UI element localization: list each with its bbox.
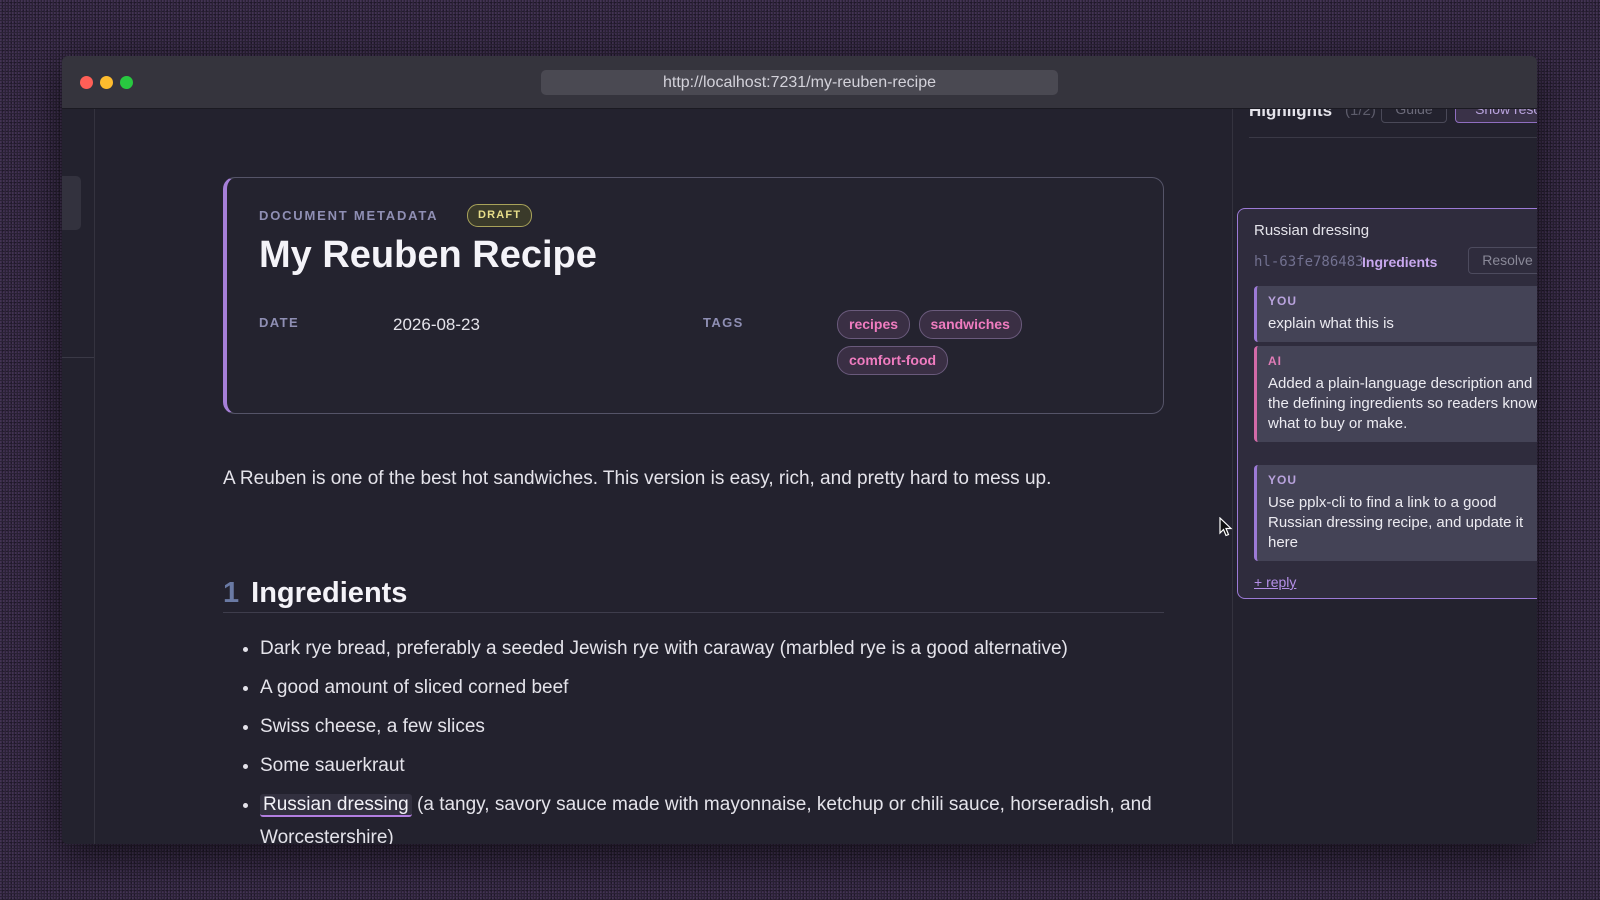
guide-button[interactable]: Guide <box>1381 109 1447 123</box>
sidebar-header: Highlights (1/2) Guide Show resolved <box>1249 109 1537 129</box>
rail-divider <box>62 357 94 358</box>
section-title: Ingredients <box>251 577 408 609</box>
tag-comfort-food[interactable]: comfort-food <box>837 346 949 375</box>
date-label: DATE <box>259 315 300 330</box>
list-item: A good amount of sliced corned beef <box>260 671 1164 704</box>
reply-link[interactable]: + reply <box>1254 574 1296 590</box>
highlights-sidebar: Highlights (1/2) Guide Show resolved Rus… <box>1232 109 1537 844</box>
list-item: Swiss cheese, a few slices <box>260 710 1164 743</box>
highlight-card-title: Russian dressing <box>1254 222 1370 239</box>
tag-recipes[interactable]: recipes <box>837 310 911 339</box>
url-bar[interactable]: http://localhost:7231/my-reuben-recipe <box>541 70 1058 95</box>
comment-message: YOU explain what this is <box>1254 286 1537 342</box>
message-role: YOU <box>1268 294 1298 308</box>
message-role: YOU <box>1268 473 1298 487</box>
show-resolved-button[interactable]: Show resolved <box>1455 109 1537 123</box>
comment-message: YOU Use pplx-cli to find a link to a goo… <box>1254 465 1537 561</box>
list-item: Russian dressing (a tangy, savory sauce … <box>260 788 1164 844</box>
comment-message: AI Added a plain-language description an… <box>1254 346 1537 442</box>
section-number: 1 <box>223 577 240 609</box>
left-rail <box>62 109 95 844</box>
message-role: AI <box>1268 354 1282 368</box>
highlight-section-link[interactable]: Ingredients <box>1362 254 1437 270</box>
date-value: 2026-08-23 <box>393 315 480 334</box>
list-item: Some sauerkraut <box>260 749 1164 782</box>
document-pane: DOCUMENT METADATA DRAFT My Reuben Recipe… <box>95 109 1231 844</box>
message-text: Use pplx-cli to find a link to a good Ru… <box>1268 494 1524 551</box>
document-title: My Reuben Recipe <box>259 234 597 276</box>
intro-paragraph: A Reuben is one of the best hot sandwich… <box>223 468 1052 489</box>
tag-list: recipes sandwiches comfort-food <box>837 310 1067 382</box>
title-bar: http://localhost:7231/my-reuben-recipe <box>62 56 1537 109</box>
highlight-card[interactable]: Russian dressing hl-63fe786483 Ingredien… <box>1237 208 1537 599</box>
list-item: Dark rye bread, preferably a seeded Jewi… <box>260 632 1164 665</box>
message-text: explain what this is <box>1268 315 1394 332</box>
ingredients-list: Dark rye bread, preferably a seeded Jewi… <box>223 632 1164 844</box>
rail-toggle-tab[interactable] <box>62 176 81 230</box>
tags-label: TAGS <box>703 315 744 330</box>
browser-window: http://localhost:7231/my-reuben-recipe D… <box>62 56 1537 844</box>
highlight-id: hl-63fe786483 <box>1254 254 1364 270</box>
tag-sandwiches[interactable]: sandwiches <box>918 310 1022 339</box>
maximize-window-button[interactable] <box>120 76 133 89</box>
section-heading: 1 Ingredients <box>223 577 1164 613</box>
resolve-button[interactable]: Resolve <box>1468 247 1537 274</box>
minimize-window-button[interactable] <box>100 76 113 89</box>
metadata-card: DOCUMENT METADATA DRAFT My Reuben Recipe… <box>223 177 1164 414</box>
close-window-button[interactable] <box>80 76 93 89</box>
highlight-count: (1/2) <box>1345 109 1376 119</box>
message-text: Added a plain-language description and t… <box>1268 375 1537 432</box>
metadata-section-label: DOCUMENT METADATA <box>259 208 439 223</box>
sidebar-divider <box>1249 137 1537 138</box>
draft-badge: DRAFT <box>467 204 533 227</box>
highlighted-text[interactable]: Russian dressing <box>260 794 412 817</box>
sidebar-title: Highlights <box>1249 109 1333 120</box>
mouse-cursor-icon <box>1219 517 1233 537</box>
